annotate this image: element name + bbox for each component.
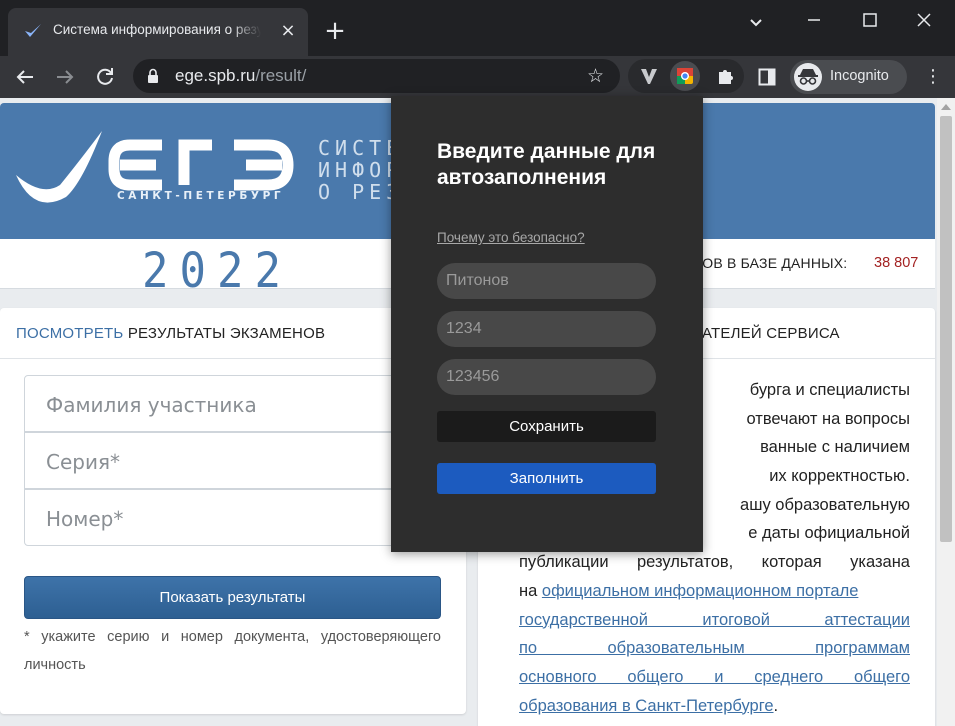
incognito-label: Incognito [830,68,889,84]
ege-favicon [25,24,41,37]
back-icon[interactable] [12,64,38,90]
save-button[interactable]: Сохранить [437,411,656,442]
autofill-popup: Введите данные для автозаполнения Почему… [391,96,703,552]
lock-icon[interactable] [147,68,159,84]
text-line: государственной итоговой аттестации [519,606,910,635]
chevron-down-icon[interactable] [744,10,768,34]
portal-link[interactable]: основного общего и среднего общего [519,668,910,686]
side-panel-icon[interactable] [758,68,776,86]
fill-button[interactable]: Заполнить [437,463,656,494]
text-line: образования в Санкт-Петербурге. [519,696,779,715]
card-title: АТЕЛЕЙ СЕРВИСА [702,325,840,342]
page-scrollbar[interactable] [937,98,955,726]
footnote: * укажите серию и номер документа, удост… [24,629,441,673]
puzzle-icon[interactable] [716,66,736,86]
portal-link[interactable]: государственной итоговой аттестации [519,611,910,629]
reload-icon[interactable] [92,64,118,90]
tab-active[interactable]: Система информирования о результатах ЕГЭ… [8,8,308,56]
popup-surname-input[interactable]: Питонов [437,263,656,299]
popup-number-input[interactable]: 123456 [437,359,656,395]
scroll-thumb[interactable] [940,116,952,542]
url-text[interactable]: ege.spb.ru/result/ [175,66,306,86]
menu-dots-icon[interactable]: ⋮ [924,67,942,87]
incognito-badge[interactable]: Incognito [790,60,907,94]
extensions-area [628,59,744,93]
card-title: ПОСМОТРЕТЬ РЕЗУЛЬТАТЫ ЭКЗАМЕНОВ [16,325,326,342]
minimize-icon[interactable] [802,8,826,32]
logo-subtitle: САНКТ-ПЕТЕРБУРГ [117,190,285,202]
close-window-icon[interactable] [912,8,936,32]
safety-link[interactable]: Почему это безопасно? [437,230,585,245]
year: 2022 [142,243,292,300]
v-extension-icon[interactable] [640,67,658,85]
results-count-value: 38 807 [874,255,919,271]
series-input[interactable]: Серия* [24,432,442,489]
scroll-up-arrow[interactable] [941,104,951,110]
address-bar[interactable]: ege.spb.ru/result/ ☆ [133,59,620,93]
text-line: по образовательным программам [519,634,910,663]
number-input[interactable]: Номер* [24,489,442,546]
popup-series-input[interactable]: 1234 [437,311,656,347]
star-icon[interactable]: ☆ [587,65,604,87]
text-line: публикации результатов, которая указана [519,553,910,572]
show-results-button[interactable]: Показать результаты [24,576,441,619]
portal-link[interactable]: по образовательным программам [519,639,910,657]
maximize-icon[interactable] [858,8,882,32]
tab-title: Система информирования о результатах ЕГЭ [53,22,261,37]
incognito-icon [794,63,822,91]
portal-link[interactable]: официальном информационном портале [542,582,858,600]
popup-title: Введите данные для автозаполнения [437,140,656,189]
text-line: на официальном информационном портале [519,581,859,600]
chrome-extension-icon[interactable] [670,61,700,91]
forward-icon[interactable] [52,64,78,90]
close-icon[interactable]: × [279,22,297,40]
title-bar: Система информирования о результатах ЕГЭ… [0,0,955,56]
plus-icon[interactable]: + [322,18,348,44]
portal-link[interactable]: образования в Санкт-Петербурге [519,697,774,715]
surname-input[interactable]: Фамилия участника [24,375,442,432]
text-line: основного общего и среднего общего [519,663,910,692]
browser-toolbar: ege.spb.ru/result/ ☆ Incognito ⋮ [0,56,955,98]
